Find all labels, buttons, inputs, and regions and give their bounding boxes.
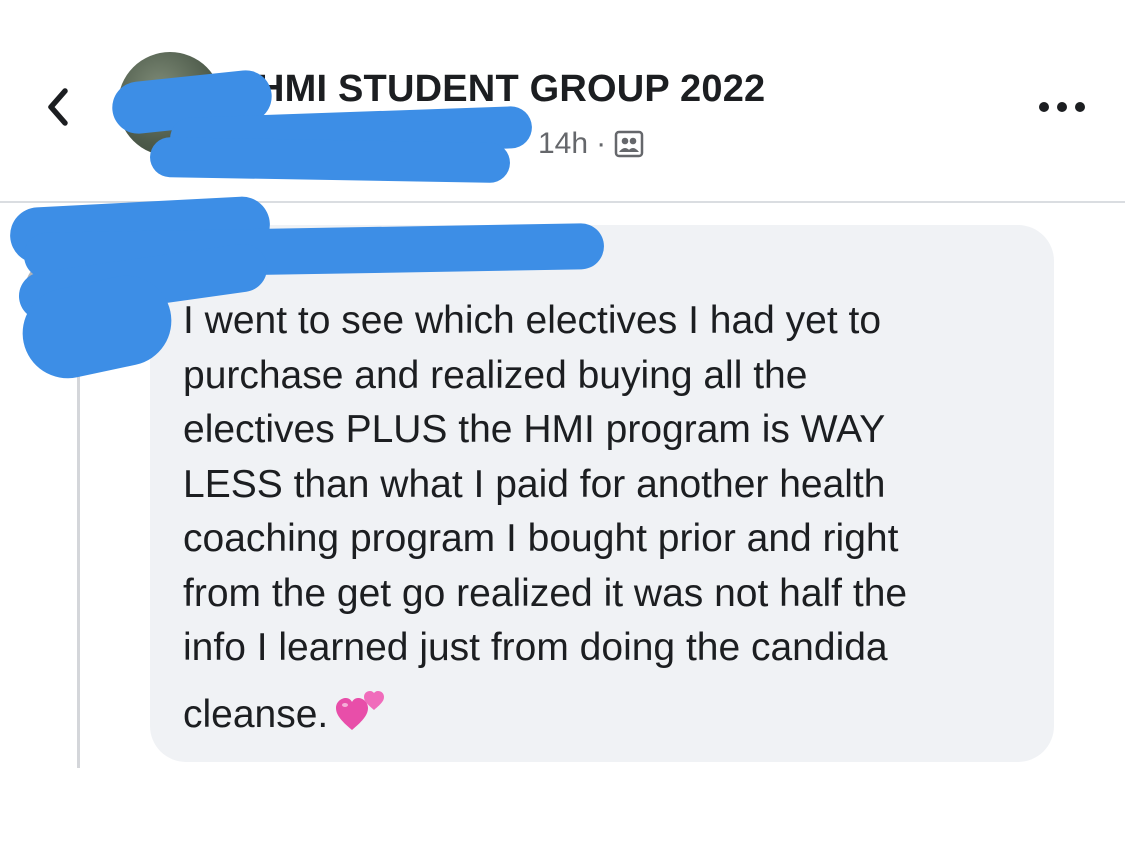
comment-text: I went to see which electives I had yet …: [183, 294, 1033, 749]
comment-line: cleanse.: [183, 692, 329, 736]
group-members-icon: [614, 130, 644, 158]
comment-line: LESS than what I paid for another health: [183, 462, 886, 506]
meta-separator: ·: [596, 127, 607, 160]
comment-line: purchase and realized buying all the: [183, 353, 808, 397]
post-meta: 14h ·: [538, 127, 644, 161]
back-button[interactable]: [36, 82, 80, 132]
comment-thread-line: [77, 340, 80, 768]
redaction-mark: [149, 136, 511, 184]
comment-line: info I learned just from doing the candi…: [183, 626, 888, 669]
comment-last-line: cleanse.: [183, 684, 1033, 750]
more-options-button[interactable]: [1032, 92, 1092, 122]
comment-line: I went to see which electives I had yet …: [183, 299, 882, 342]
post-header: HMI STUDENT GROUP 2022 14h ·: [0, 0, 1125, 203]
comment-line: from the get go realized it was not half…: [183, 571, 908, 615]
group-name[interactable]: HMI STUDENT GROUP 2022: [257, 68, 765, 111]
more-horizontal-icon: [1039, 102, 1085, 112]
comment-line: coaching program I bought prior and righ…: [183, 517, 899, 560]
comment-line: electives PLUS the HMI program is WAY: [183, 408, 886, 451]
two-hearts-emoji: [334, 684, 388, 750]
chevron-left-icon: [48, 88, 68, 126]
post-time[interactable]: 14h: [538, 127, 588, 161]
